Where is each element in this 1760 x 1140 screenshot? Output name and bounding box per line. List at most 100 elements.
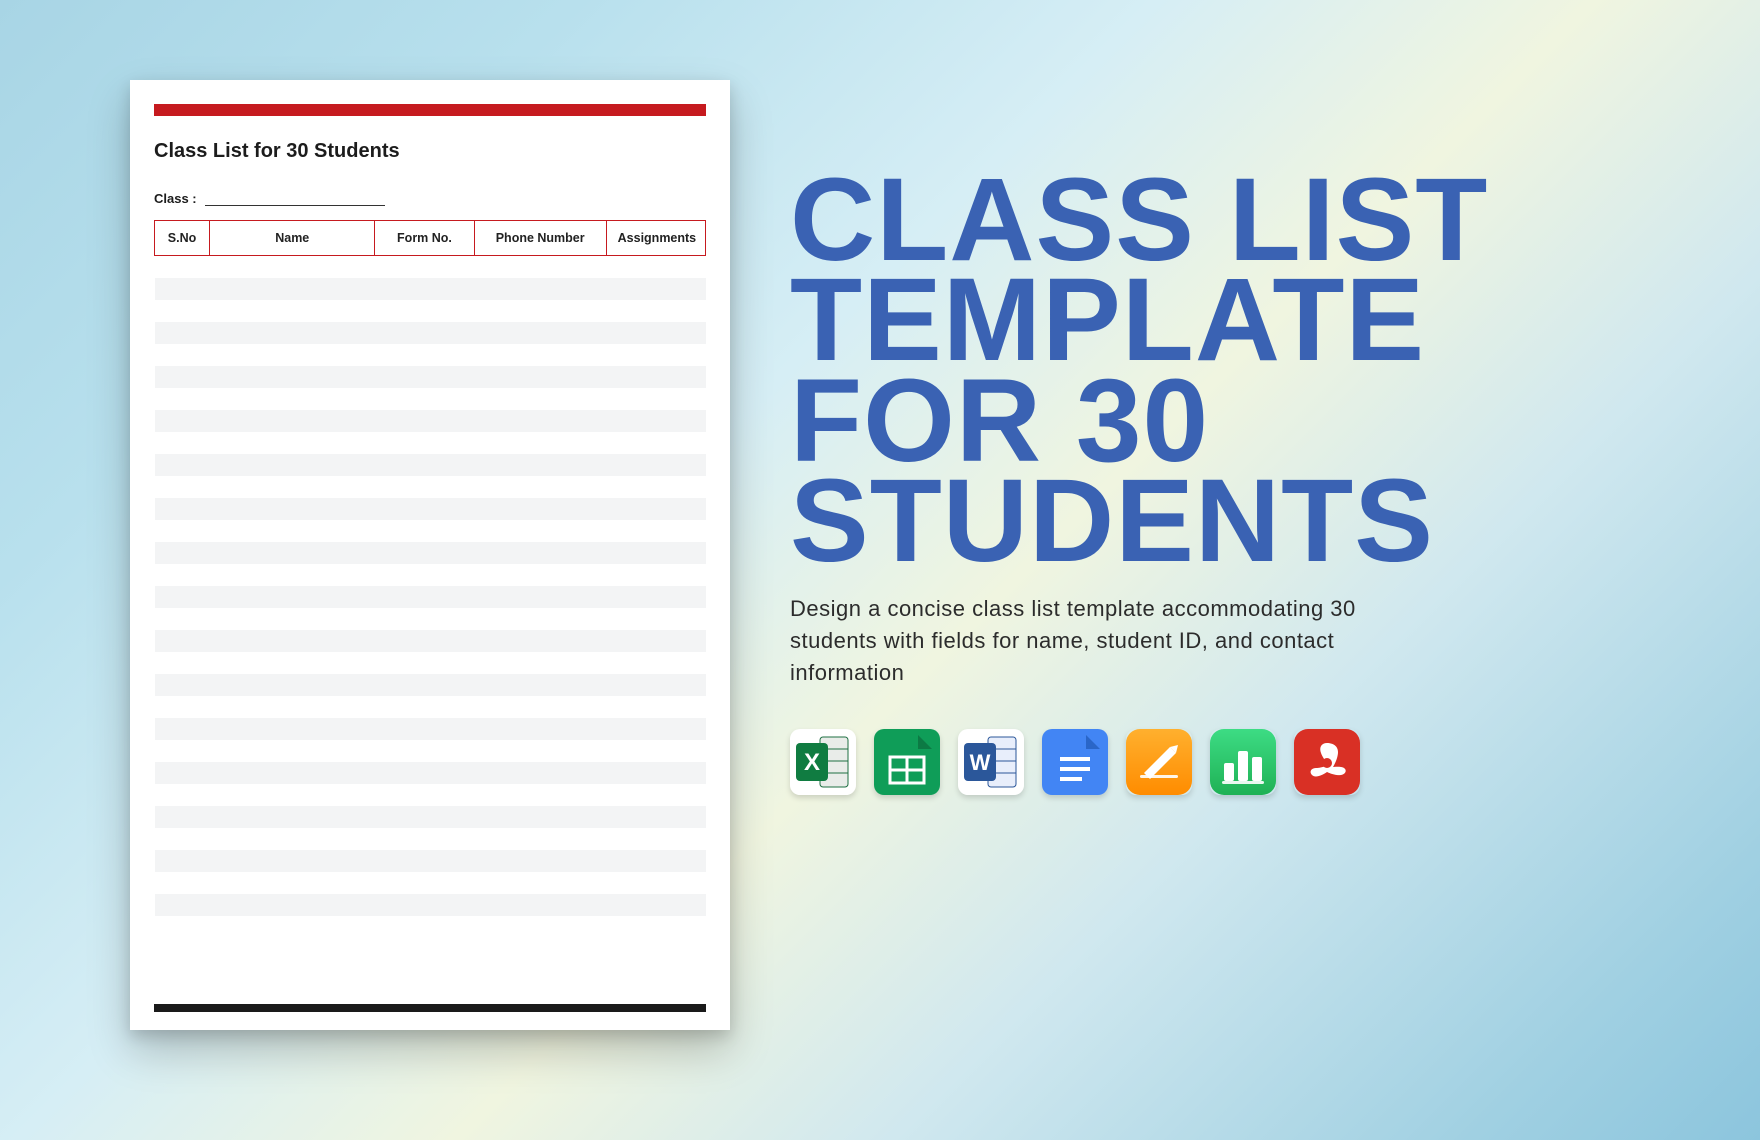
table-cell <box>606 476 705 498</box>
table-cell <box>210 630 375 652</box>
document-title: Class List for 30 Students <box>154 140 706 163</box>
table-cell <box>375 520 474 542</box>
table-cell <box>375 894 474 916</box>
table-cell <box>155 520 210 542</box>
table-cell <box>210 366 375 388</box>
table-row <box>155 388 706 410</box>
table-cell <box>210 432 375 454</box>
table-cell <box>210 322 375 344</box>
table-row <box>155 300 706 322</box>
table-cell <box>375 498 474 520</box>
table-cell <box>155 586 210 608</box>
table-cell <box>375 718 474 740</box>
table-cell <box>606 674 705 696</box>
table-row <box>155 762 706 784</box>
table-cell <box>210 388 375 410</box>
apple-pages-icon[interactable] <box>1126 729 1192 795</box>
table-cell <box>155 718 210 740</box>
table-cell <box>606 366 705 388</box>
google-docs-icon[interactable] <box>1042 729 1108 795</box>
table-cell <box>155 740 210 762</box>
top-red-bar <box>154 104 706 116</box>
table-cell <box>155 344 210 366</box>
table-cell <box>606 278 705 300</box>
table-cell <box>606 322 705 344</box>
table-cell <box>155 278 210 300</box>
table-row <box>155 652 706 674</box>
table-cell <box>375 674 474 696</box>
table-cell <box>375 784 474 806</box>
table-cell <box>210 608 375 630</box>
promo-panel: CLASS LIST TEMPLATE FOR 30 STUDENTS Desi… <box>790 80 1630 1060</box>
table-row <box>155 410 706 432</box>
table-cell <box>375 806 474 828</box>
table-cell <box>155 762 210 784</box>
table-cell <box>606 806 705 828</box>
table-cell <box>606 696 705 718</box>
table-cell <box>474 718 606 740</box>
table-cell <box>606 542 705 564</box>
table-row <box>155 278 706 300</box>
apple-numbers-icon[interactable] <box>1210 729 1276 795</box>
table-cell <box>375 872 474 894</box>
table-cell <box>210 520 375 542</box>
table-cell <box>155 850 210 872</box>
table-cell <box>210 344 375 366</box>
table-row <box>155 784 706 806</box>
table-row <box>155 542 706 564</box>
table-cell <box>606 894 705 916</box>
table-cell <box>375 652 474 674</box>
table-cell <box>210 586 375 608</box>
table-cell <box>606 388 705 410</box>
table-cell <box>155 630 210 652</box>
table-cell <box>155 784 210 806</box>
table-cell <box>606 586 705 608</box>
table-cell <box>474 872 606 894</box>
col-header-assignments: Assignments <box>606 221 705 256</box>
table-cell <box>155 498 210 520</box>
table-cell <box>375 300 474 322</box>
svg-text:W: W <box>970 750 991 775</box>
table-cell <box>375 542 474 564</box>
table-cell <box>606 410 705 432</box>
promo-description: Design a concise class list template acc… <box>790 593 1430 689</box>
table-cell <box>210 476 375 498</box>
table-cell <box>155 674 210 696</box>
table-row <box>155 520 706 542</box>
table-cell <box>210 740 375 762</box>
table-row <box>155 674 706 696</box>
table-row <box>155 454 706 476</box>
table-cell <box>474 652 606 674</box>
table-cell <box>606 784 705 806</box>
col-header-sno: S.No <box>155 221 210 256</box>
table-cell <box>155 806 210 828</box>
table-cell <box>210 828 375 850</box>
table-cell <box>375 256 474 278</box>
table-cell <box>474 740 606 762</box>
table-row <box>155 476 706 498</box>
google-sheets-icon[interactable] <box>874 729 940 795</box>
table-cell <box>474 498 606 520</box>
table-cell <box>210 718 375 740</box>
table-cell <box>210 696 375 718</box>
table-row <box>155 344 706 366</box>
table-cell <box>474 828 606 850</box>
table-cell <box>210 278 375 300</box>
table-cell <box>606 762 705 784</box>
excel-icon[interactable]: X <box>790 729 856 795</box>
table-cell <box>155 432 210 454</box>
table-cell <box>210 542 375 564</box>
table-cell <box>375 476 474 498</box>
headline-line-4: STUDENTS <box>790 471 1630 571</box>
table-cell <box>474 894 606 916</box>
table-cell <box>155 454 210 476</box>
pdf-icon[interactable] <box>1294 729 1360 795</box>
table-cell <box>474 520 606 542</box>
word-icon[interactable]: W <box>958 729 1024 795</box>
class-label: Class : <box>154 191 197 206</box>
table-cell <box>155 256 210 278</box>
table-cell <box>155 300 210 322</box>
table-cell <box>375 344 474 366</box>
table-cell <box>375 388 474 410</box>
table-cell <box>375 278 474 300</box>
